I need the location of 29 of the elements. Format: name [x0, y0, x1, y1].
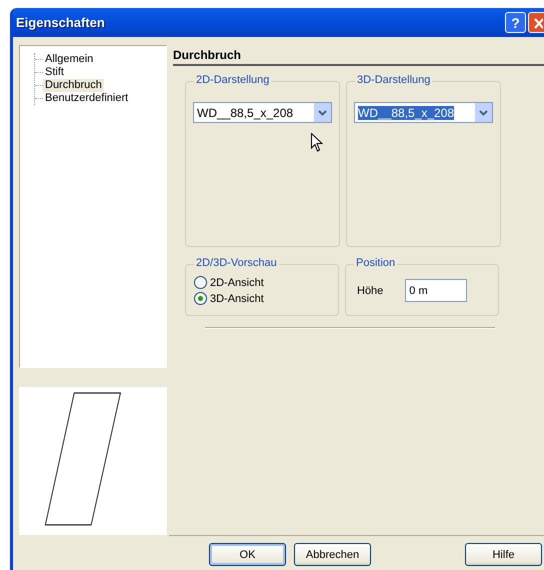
dialog-button[interactable]: OK: [209, 543, 286, 566]
radio-label[interactable]: 2D-Ansicht: [210, 276, 264, 288]
group-title: 3D-Darstellung: [355, 74, 432, 86]
chevron-down-icon: [479, 110, 488, 116]
radio-button[interactable]: [194, 292, 207, 305]
mouse-pointer-icon: [311, 133, 323, 152]
help-button[interactable]: ?: [505, 12, 526, 33]
height-label: Höhe: [357, 284, 384, 296]
tree-item[interactable]: Benutzerdefiniert: [43, 92, 130, 105]
dropdown[interactable]: WD__88,5_x_208: [193, 102, 332, 123]
page-heading: Durchbruch: [173, 45, 544, 66]
group-title: 2D/3D-Vorschau: [194, 257, 279, 269]
dialog-button[interactable]: Abbrechen: [294, 543, 371, 566]
group-title: Position: [354, 257, 398, 269]
close-icon: [534, 16, 543, 28]
dropdown-arrow-button[interactable]: [314, 103, 331, 122]
radio-button[interactable]: [194, 276, 207, 289]
close-button[interactable]: [528, 12, 544, 33]
window-title: Eigenschaften: [16, 15, 105, 30]
tree-item[interactable]: Allgemein: [43, 53, 96, 66]
group-title: 2D-Darstellung: [194, 74, 272, 86]
radio-label[interactable]: 3D-Ansicht: [210, 292, 264, 304]
dialog-button[interactable]: Hilfe: [465, 543, 542, 566]
dropdown-arrow-button[interactable]: [475, 103, 492, 122]
tree-item[interactable]: Stift: [43, 66, 66, 79]
tree-item[interactable]: Durchbruch: [43, 79, 104, 92]
chevron-down-icon: [318, 110, 327, 116]
height-field[interactable]: 0 m: [405, 279, 468, 302]
dropdown[interactable]: WD__88,5_x_208: [354, 102, 493, 123]
